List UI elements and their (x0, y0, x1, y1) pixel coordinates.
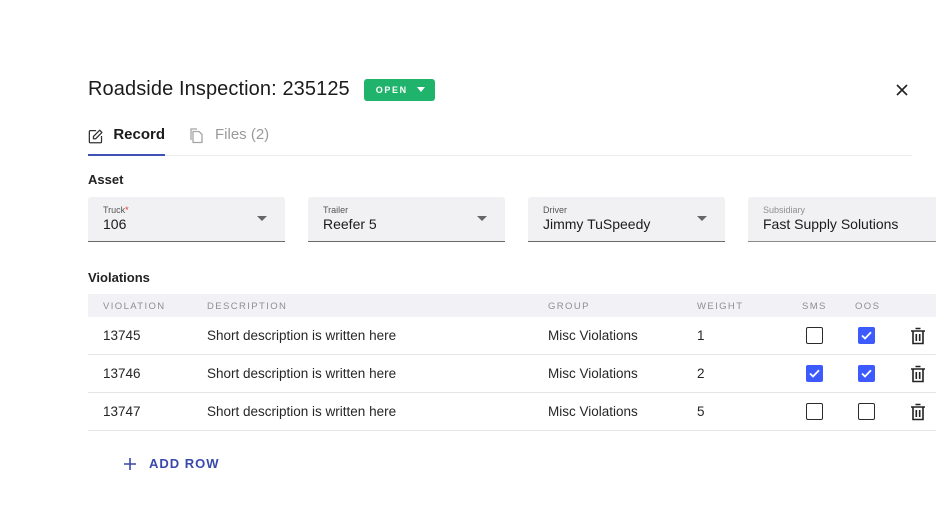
trailer-select[interactable]: Trailer Reefer 5 (308, 197, 505, 242)
oos-checkbox[interactable] (858, 327, 875, 344)
driver-select[interactable]: Driver Jimmy TuSpeedy (528, 197, 725, 242)
table-header: VIOLATION DESCRIPTION GROUP WEIGHT SMS O… (88, 294, 936, 317)
column-header-description: DESCRIPTION (207, 301, 288, 312)
column-header-sms: SMS (802, 301, 827, 312)
violation-code: 13747 (103, 404, 141, 419)
truck-value: 106 (103, 216, 127, 232)
trash-icon (911, 403, 925, 421)
tab-files[interactable]: Files (2) (190, 126, 269, 156)
tab-record-label: Record (113, 126, 165, 143)
violation-weight: 5 (697, 404, 705, 419)
violation-group: Misc Violations (548, 366, 638, 381)
delete-row-button[interactable] (908, 402, 928, 422)
header: Roadside Inspection: 235125 OPEN (88, 78, 435, 101)
close-icon (896, 84, 908, 96)
oos-checkbox[interactable] (858, 403, 875, 420)
table-row: 13746 Short description is written here … (88, 355, 936, 393)
trash-icon (911, 327, 925, 345)
column-header-group: GROUP (548, 301, 590, 312)
check-icon (861, 331, 872, 340)
violation-weight: 2 (697, 366, 705, 381)
edit-icon (88, 129, 103, 144)
violation-group: Misc Violations (548, 404, 638, 419)
delete-row-button[interactable] (908, 326, 928, 346)
chevron-down-icon (416, 87, 425, 92)
violations-table: VIOLATION DESCRIPTION GROUP WEIGHT SMS O… (88, 294, 936, 431)
oos-checkbox[interactable] (858, 365, 875, 382)
violation-code: 13746 (103, 366, 141, 381)
check-icon (861, 369, 872, 378)
status-label: OPEN (375, 84, 408, 95)
driver-value: Jimmy TuSpeedy (543, 216, 651, 232)
subsidiary-field[interactable]: Subsidiary Fast Supply Solutions (748, 197, 936, 242)
chevron-down-icon (477, 216, 487, 221)
violation-weight: 1 (697, 328, 705, 343)
required-mark: * (125, 205, 129, 215)
tab-record[interactable]: Record (88, 126, 165, 156)
violation-group: Misc Violations (548, 328, 638, 343)
table-row: 13745 Short description is written here … (88, 317, 936, 355)
sms-checkbox[interactable] (806, 403, 823, 420)
chevron-down-icon (257, 216, 267, 221)
driver-label: Driver (543, 205, 567, 215)
column-header-weight: WEIGHT (697, 301, 744, 312)
violation-description: Short description is written here (207, 366, 397, 381)
tab-bar: Record Files (2) (88, 126, 912, 156)
chevron-down-icon (697, 216, 707, 221)
trash-icon (911, 365, 925, 383)
close-button[interactable] (892, 80, 912, 100)
add-row-button[interactable]: ADD ROW (123, 456, 220, 471)
status-dropdown[interactable]: OPEN (363, 78, 435, 101)
column-header-oos: OOS (855, 301, 881, 312)
column-header-violation: VIOLATION (103, 301, 166, 312)
asset-section-label: Asset (88, 172, 124, 187)
trailer-value: Reefer 5 (323, 216, 377, 232)
violation-code: 13745 (103, 328, 141, 343)
violations-section-label: Violations (88, 270, 150, 285)
delete-row-button[interactable] (908, 364, 928, 384)
trailer-label: Trailer (323, 205, 349, 215)
add-row-label: ADD ROW (149, 456, 220, 471)
page-title: Roadside Inspection: 235125 (88, 78, 350, 100)
table-row: 13747 Short description is written here … (88, 393, 936, 431)
subsidiary-value: Fast Supply Solutions (763, 216, 899, 232)
plus-icon (124, 457, 136, 470)
truck-label: Truck (103, 205, 126, 215)
violation-description: Short description is written here (207, 328, 397, 343)
violation-description: Short description is written here (207, 404, 397, 419)
file-copy-icon (190, 128, 203, 144)
check-icon (809, 369, 820, 378)
tab-files-label: Files (2) (215, 126, 270, 143)
sms-checkbox[interactable] (806, 327, 823, 344)
sms-checkbox[interactable] (806, 365, 823, 382)
subsidiary-label: Subsidiary (763, 205, 806, 215)
truck-select[interactable]: Truck* 106 (88, 197, 285, 242)
